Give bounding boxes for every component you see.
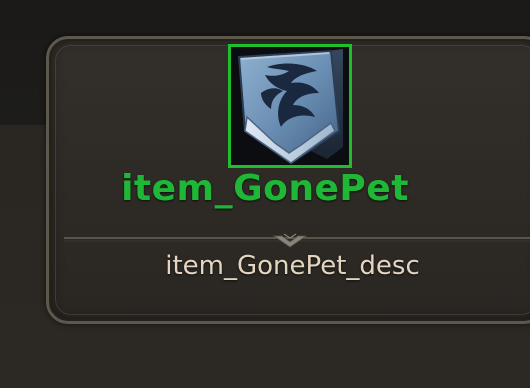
item-icon-frame [228,44,352,168]
shield-emblem-icon [231,47,349,165]
chevron-ornament-icon [64,233,530,248]
item-description: item_GonePet_desc [165,251,420,281]
item-name: item_GonePet [121,168,409,209]
ornament-divider [64,233,530,253]
